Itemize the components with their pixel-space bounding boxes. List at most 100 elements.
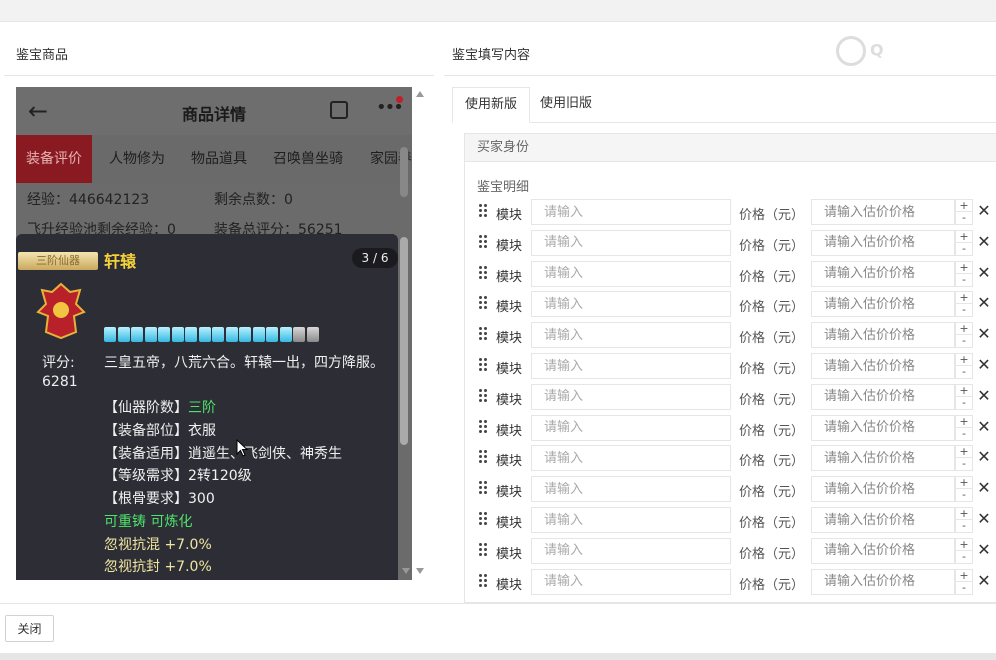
increment-button[interactable]: +: [956, 230, 972, 243]
decrement-button[interactable]: -: [956, 520, 972, 532]
price-input[interactable]: [811, 414, 955, 441]
module-input[interactable]: [531, 414, 731, 441]
gem-slot-icon: [198, 327, 211, 342]
module-input[interactable]: [531, 260, 731, 287]
close-icon[interactable]: ✕: [975, 355, 993, 375]
buyer-identity-header[interactable]: 买家身份: [465, 134, 996, 162]
price-stepper: + -: [955, 229, 973, 256]
module-input[interactable]: [531, 507, 731, 533]
decrement-button[interactable]: -: [956, 304, 972, 316]
price-input[interactable]: [811, 568, 955, 595]
drag-handle-icon[interactable]: [479, 327, 489, 341]
price-input[interactable]: [811, 260, 955, 287]
price-stepper: + -: [955, 260, 973, 287]
drag-handle-icon[interactable]: [479, 234, 489, 249]
decrement-button[interactable]: -: [956, 335, 972, 347]
gem-slot-icon: [252, 327, 265, 342]
decrement-button[interactable]: -: [956, 581, 972, 594]
module-input[interactable]: [531, 568, 731, 595]
drag-handle-icon[interactable]: [479, 542, 489, 557]
price-input[interactable]: [811, 353, 955, 379]
close-icon[interactable]: ✕: [975, 417, 993, 437]
close-icon[interactable]: ✕: [975, 324, 993, 344]
left-scrollbar[interactable]: [414, 87, 426, 580]
price-label: 价格（元）: [739, 423, 805, 439]
phone-scrollbar[interactable]: [400, 147, 408, 197]
drag-handle-icon[interactable]: [479, 419, 489, 434]
price-input[interactable]: [811, 476, 955, 503]
decrement-button[interactable]: -: [956, 212, 972, 224]
scroll-down-icon[interactable]: [402, 568, 410, 574]
increment-button[interactable]: +: [956, 538, 972, 551]
close-icon[interactable]: ✕: [975, 386, 993, 406]
module-input[interactable]: [531, 537, 731, 564]
decrement-button[interactable]: -: [956, 458, 972, 470]
appraisal-row: 模块 价格（元） +-✕: [465, 568, 996, 596]
left-panel-title: 鉴宝商品: [16, 48, 69, 63]
module-input[interactable]: [531, 353, 731, 379]
scroll-up-icon[interactable]: [416, 91, 424, 97]
price-input[interactable]: [811, 383, 955, 410]
close-icon[interactable]: ✕: [975, 509, 993, 529]
decrement-button[interactable]: -: [956, 366, 972, 378]
close-icon[interactable]: ✕: [975, 263, 993, 283]
price-input[interactable]: [811, 199, 955, 225]
drag-handle-icon[interactable]: [479, 450, 489, 464]
close-icon[interactable]: ✕: [975, 540, 993, 560]
module-label: 模块: [496, 331, 523, 347]
price-label: 价格（元）: [739, 546, 805, 562]
phone-title: 商品详情: [181, 105, 246, 124]
price-input[interactable]: [811, 537, 955, 564]
drag-handle-icon[interactable]: [479, 573, 489, 588]
tab-old-version[interactable]: 使用旧版: [528, 87, 604, 123]
drag-handle-icon[interactable]: [479, 265, 489, 280]
drag-handle-icon[interactable]: [479, 512, 489, 526]
card-scrollbar[interactable]: [400, 237, 408, 445]
decrement-button[interactable]: -: [956, 242, 972, 255]
module-label: 模块: [496, 577, 523, 593]
logo-circle-icon: [836, 36, 866, 66]
module-input[interactable]: [531, 383, 731, 410]
price-input[interactable]: [811, 322, 955, 349]
decrement-button[interactable]: -: [956, 396, 972, 409]
drag-handle-icon[interactable]: [479, 296, 489, 310]
item-page-indicator: 3 / 6: [352, 248, 398, 268]
drag-handle-icon[interactable]: [479, 358, 489, 372]
module-input[interactable]: [531, 445, 731, 472]
increment-button[interactable]: +: [956, 415, 972, 428]
module-input[interactable]: [531, 229, 731, 256]
close-icon[interactable]: ✕: [975, 478, 993, 498]
close-button[interactable]: 关闭: [5, 615, 54, 642]
module-label: 模块: [496, 362, 523, 377]
module-input[interactable]: [531, 476, 731, 503]
drag-handle-icon[interactable]: [479, 388, 489, 403]
increment-button[interactable]: +: [956, 569, 972, 582]
drag-handle-icon[interactable]: [479, 204, 489, 218]
increment-button[interactable]: +: [956, 384, 972, 397]
price-label: 价格（元）: [739, 269, 805, 285]
gem-slot-icon: [225, 327, 238, 342]
module-label: 模块: [496, 423, 523, 439]
decrement-button[interactable]: -: [956, 273, 972, 286]
price-input[interactable]: [811, 507, 955, 533]
close-icon[interactable]: ✕: [975, 447, 993, 467]
close-icon[interactable]: ✕: [975, 571, 993, 591]
module-input[interactable]: [531, 322, 731, 349]
module-input[interactable]: [531, 291, 731, 318]
increment-button[interactable]: +: [956, 261, 972, 274]
close-icon[interactable]: ✕: [975, 201, 993, 221]
price-input[interactable]: [811, 291, 955, 318]
close-icon[interactable]: ✕: [975, 293, 993, 313]
drag-handle-icon[interactable]: [479, 481, 489, 495]
decrement-button[interactable]: -: [956, 550, 972, 563]
gem-slot-icon: [306, 327, 319, 342]
price-stepper: + -: [955, 507, 973, 533]
close-icon[interactable]: ✕: [975, 232, 993, 252]
scroll-down-icon[interactable]: [416, 568, 424, 574]
tab-new-version[interactable]: 使用新版: [452, 87, 531, 123]
decrement-button[interactable]: -: [956, 427, 972, 440]
price-input[interactable]: [811, 445, 955, 472]
decrement-button[interactable]: -: [956, 489, 972, 501]
price-input[interactable]: [811, 229, 955, 256]
module-input[interactable]: [531, 199, 731, 225]
